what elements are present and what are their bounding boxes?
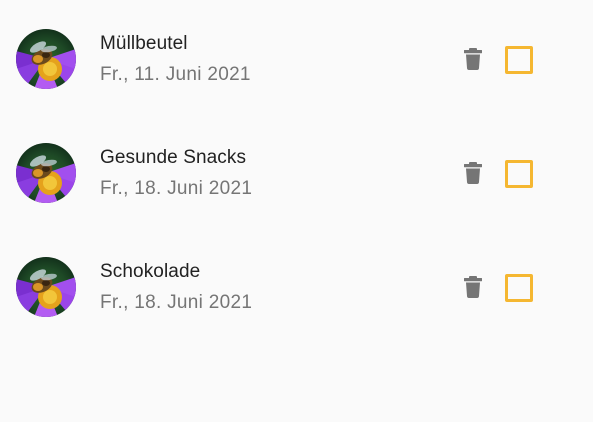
item-date: Fr., 18. Juni 2021 bbox=[100, 292, 253, 313]
item-title: Müllbeutel bbox=[100, 33, 188, 54]
done-checkbox[interactable] bbox=[505, 46, 533, 74]
avatar bbox=[16, 29, 76, 89]
list-item[interactable]: Müllbeutel Fr., 11. Juni 2021 bbox=[0, 0, 593, 114]
trash-icon[interactable] bbox=[464, 48, 482, 70]
item-date: Fr., 11. Juni 2021 bbox=[100, 64, 251, 85]
list-item[interactable]: Gesunde Snacks Fr., 18. Juni 2021 bbox=[0, 114, 593, 228]
bee-photo-icon bbox=[16, 29, 76, 89]
trash-icon[interactable] bbox=[464, 276, 482, 298]
item-title: Gesunde Snacks bbox=[100, 147, 247, 168]
bee-photo-icon bbox=[16, 143, 76, 203]
item-title: Schokolade bbox=[100, 261, 201, 282]
bee-photo-icon bbox=[16, 257, 76, 317]
item-date: Fr., 18. Juni 2021 bbox=[100, 178, 253, 199]
trash-icon[interactable] bbox=[464, 162, 482, 184]
done-checkbox[interactable] bbox=[505, 274, 533, 302]
avatar bbox=[16, 257, 76, 317]
list-item[interactable]: Schokolade Fr., 18. Juni 2021 bbox=[0, 228, 593, 342]
avatar bbox=[16, 143, 76, 203]
shopping-list: Müllbeutel Fr., 11. Juni 2021 Gesunde Sn… bbox=[0, 0, 593, 342]
done-checkbox[interactable] bbox=[505, 160, 533, 188]
